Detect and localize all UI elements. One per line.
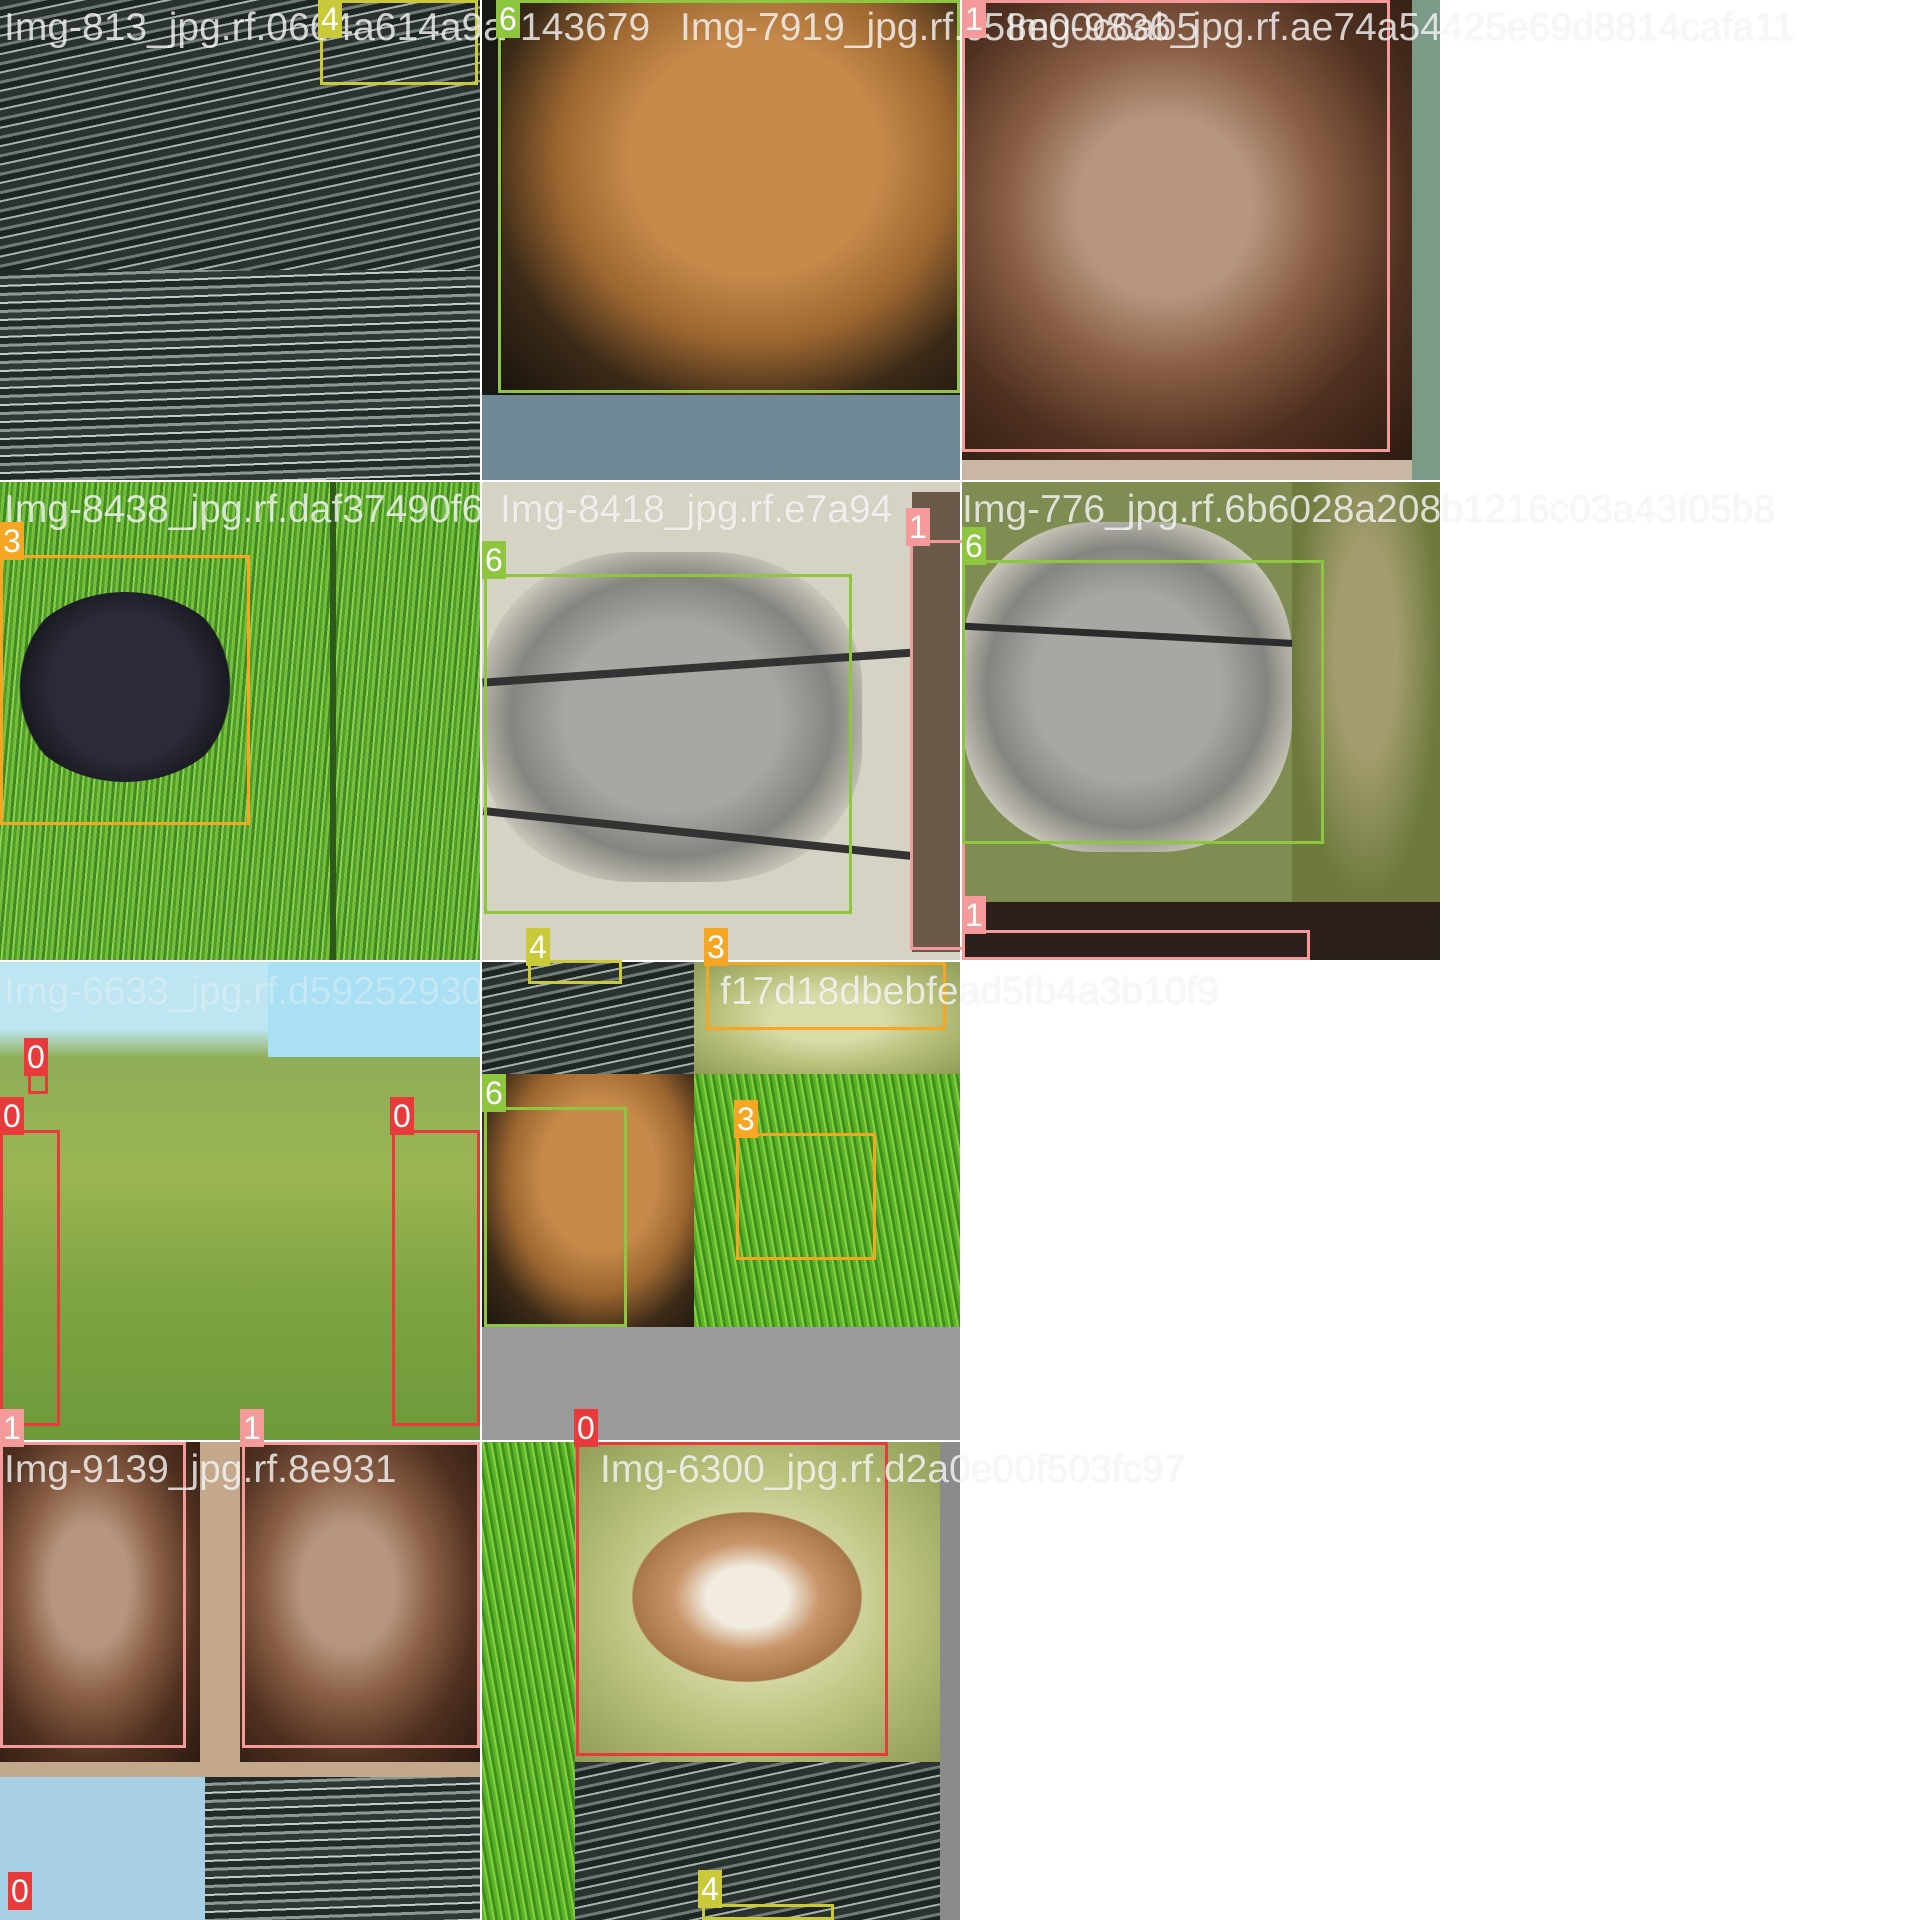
- bbox-class-label: 1: [962, 0, 986, 38]
- bbox-class-3: [736, 1133, 876, 1260]
- bbox-class-1: [0, 1442, 186, 1748]
- bbox-class-label: 3: [734, 1100, 758, 1138]
- bbox-class-label: 1: [240, 1409, 264, 1447]
- bbox-class-label: 3: [0, 522, 24, 560]
- bbox-class-label: 1: [906, 508, 930, 546]
- mosaic-tile-empty: [962, 962, 1440, 1440]
- bbox-class-1: [242, 1442, 480, 1748]
- bbox-class-0: [392, 1130, 480, 1426]
- bbox-class-label: 0: [390, 1097, 414, 1135]
- bbox-class-label: 6: [482, 541, 506, 579]
- bbox-class-1: [910, 540, 965, 950]
- bbox-class-6: [484, 1107, 627, 1327]
- bbox-class-label: 4: [526, 928, 550, 966]
- bbox-class-3: [0, 555, 250, 825]
- mosaic-tile-water-lower: [0, 270, 480, 480]
- bbox-class-0: [0, 1130, 60, 1426]
- bbox-class-label: 3: [704, 928, 728, 966]
- bbox-class-1: [962, 0, 1390, 452]
- bbox-class-label: 4: [698, 1870, 722, 1908]
- bbox-class-label: 6: [482, 1074, 506, 1112]
- bbox-class-label: 1: [962, 896, 986, 934]
- bbox-class-label: 0: [8, 1872, 32, 1910]
- bbox-class-label: 6: [496, 0, 520, 38]
- bbox-class-3: [706, 962, 946, 1030]
- mosaic-tile-empty-bottom: [962, 1442, 1440, 1920]
- bbox-class-6: [962, 560, 1324, 844]
- bbox-class-6: [484, 574, 852, 914]
- bbox-class-label: 0: [24, 1038, 48, 1076]
- bbox-class-4: [320, 0, 478, 85]
- bbox-class-6: [498, 0, 960, 393]
- bbox-class-1: [962, 930, 1310, 960]
- bbox-class-label: 6: [962, 527, 986, 565]
- bbox-class-label: 1: [0, 1409, 24, 1447]
- bbox-class-label: 0: [574, 1409, 598, 1447]
- bbox-class-0: [576, 1442, 888, 1756]
- bbox-class-4: [702, 1904, 834, 1920]
- bbox-class-label: 0: [0, 1097, 24, 1135]
- bbox-class-label: 4: [318, 0, 342, 38]
